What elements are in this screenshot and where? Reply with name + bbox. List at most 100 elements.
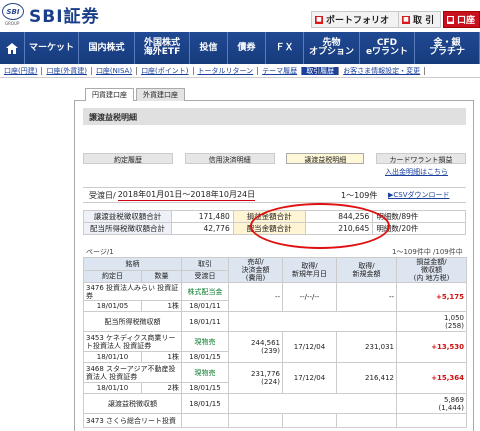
subnav-point[interactable]: 口座(ポイント) [137,66,194,75]
tax-local-value: (258) [445,321,464,330]
summary-label: 配当所得税徴収額合計 [83,222,172,235]
period-separator: / [113,190,116,200]
tab-foreign-account[interactable]: 外貨建口座 [136,88,185,101]
nav-market[interactable]: マーケット [25,32,79,64]
security-name[interactable]: 3473 さくら総合リート投資 [83,413,182,428]
highlight-circle [250,203,390,249]
nav-fund[interactable]: 投信 [190,32,228,64]
col-acq-date: 取得/ 新規年月日 [282,257,337,283]
home-button[interactable] [0,32,25,64]
col-security: 銘柄 [83,257,182,271]
tax-label: 配当所得税徴収額 [83,311,182,332]
tab-execution-history[interactable]: 約定履歴 [83,153,173,164]
acq-amount: 216,412 [336,362,397,394]
trade-icon: ■ [402,15,410,24]
col-fee-label: (費用) [245,274,266,282]
acq-amount: 231,031 [336,331,397,363]
sale-amount: 231,776 (224) [228,362,283,394]
acq-date: --/--/-- [282,282,337,312]
account-icon: ■ [447,15,454,24]
settle-date: 18/01/15 [181,351,229,363]
sbi-logo[interactable]: SBI [2,3,24,20]
exec-date: 18/01/10 [83,382,142,394]
tab-capital-gains-tax[interactable]: 譲渡益税明細 [286,153,365,164]
pl-amount [396,413,467,428]
main-nav: マーケット 国内株式 外国株式 海外ETF 投信 債券 ＦＸ 先物 オプション … [0,32,480,64]
sale-amount [228,413,283,428]
account-tabs: 円貨建口座 外貨建口座 [85,88,187,101]
tab-yen-account[interactable]: 円貨建口座 [85,88,134,101]
logo-group-text: GROUP [5,21,20,26]
sale-amount-value: 244,561 [251,339,280,347]
settle-date: 18/01/11 [181,300,229,312]
security-name[interactable]: 3468 スターアジア不動産投資法人 投資証券 [83,362,182,383]
summary-value: 171,480 [170,210,234,223]
csv-download-link[interactable]: ▶CSVダウンロード [388,190,450,200]
portfolio-button[interactable]: ■ ポートフォリオ [311,11,407,28]
col-qty: 数量 [141,269,182,283]
subnav-trade-history[interactable]: 取引履歴 [302,66,340,75]
trade-type [181,413,229,428]
trade-label: 取 引 [413,16,435,26]
exec-date: 18/01/10 [83,351,142,363]
sale-amount: 244,561 (239) [228,331,283,363]
col-acq-amount: 取得/ 新規金額 [336,257,397,283]
settle-date: 18/01/15 [181,393,229,414]
acq-amount: -- [336,282,397,312]
settle-date: 18/01/15 [181,382,229,394]
home-icon [6,42,18,54]
table-row: 3453 ケネディクス商業リート投資法人 投資証券 現物売 244,561 (23… [83,331,467,363]
subnav-total-return[interactable]: トータルリターン [194,66,259,75]
nav-cfd[interactable]: CFD eワラント [360,32,415,64]
col-trade: 取引 [181,257,229,271]
col-exec-date: 約定日 [83,269,142,283]
quantity: 2株 [141,382,182,394]
tax-empty [228,311,397,332]
table-header-row: 銘柄 取引 売却/ 決済金額 (費用) 取得/ 新規年月日 取得/ 新規金額 損益… [83,257,467,283]
quantity: 1株 [141,351,182,363]
subnav-yen-account[interactable]: 口座(円建) [0,66,43,75]
portfolio-icon: ■ [315,15,323,24]
trade-button[interactable]: ■ 取 引 [398,11,441,28]
fee-value: (239) [261,347,280,355]
tax-value: 1,050 [443,313,464,322]
col-local-tax-label: (内 地方税) [413,274,450,282]
trade-type: 株式配当金 [181,282,229,301]
pl-amount: +13,530 [396,331,467,363]
subnav-foreign-account[interactable]: 口座(外貨建) [42,66,92,75]
logo-text[interactable]: SBI証券 [29,2,100,27]
tax-label: 譲渡益税徴収額 [83,393,182,414]
tax-row: 配当所得税徴収額 18/01/11 1,050 (258) [83,311,467,332]
tab-card-warrant[interactable]: カードワラント損益 [375,153,466,164]
settle-date: 18/01/11 [181,311,229,332]
security-name[interactable]: 3453 ケネディクス商業リート投資法人 投資証券 [83,331,182,352]
acq-date: 17/12/04 [282,331,337,363]
pl-amount: +5,175 [396,282,467,312]
nav-domestic-stock[interactable]: 国内株式 [79,32,135,64]
tax-local-value: (1,444) [438,403,464,412]
tab-margin-settlement[interactable]: 信用決済明細 [184,153,275,164]
sale-amount: -- [228,282,283,312]
subnav-theme[interactable]: テーマ履歴 [258,66,303,75]
tax-amount: 1,050 (258) [396,311,467,332]
nav-futures[interactable]: 先物 オプション [304,32,360,64]
account-button[interactable]: ■ 口座 [443,11,480,28]
subnav-customer-settings[interactable]: お客さま情報設定・変更 [339,66,426,75]
top-bar: SBI GROUP SBI証券 ■ ポートフォリオ ■ 取 引 ■ 口座 [0,0,480,30]
csv-download-label: CSVダウンロード [393,191,450,199]
nav-fx[interactable]: ＦＸ [266,32,304,64]
fee-value: (224) [261,378,280,386]
subnav-nisa[interactable]: 口座(NISA) [92,66,138,75]
nav-foreign-stock[interactable]: 外国株式 海外ETF [135,32,190,64]
period-value: 2018年01月01日〜2018年10月24日 [117,190,256,201]
security-name[interactable]: 3476 投資法人みらい 投資証券 [83,282,182,301]
quantity: 1株 [141,300,182,312]
col-settle-date: 受渡日 [181,269,229,283]
tax-amount: 5,869 (1,444) [396,393,467,414]
col-pl: 損益金額/ 徴収額 (内 地方税) [396,257,467,283]
nav-gold[interactable]: 金・銀 プラチナ [415,32,480,64]
incoming-details-link[interactable]: 入出金明細はこちら [385,167,448,177]
nav-bond[interactable]: 債券 [228,32,266,64]
period-row: 受渡日 / 2018年01月01日〜2018年10月24日 1〜109件 ▶CS… [83,187,466,203]
page-count: 1〜109件中 /109件中 [392,248,463,256]
